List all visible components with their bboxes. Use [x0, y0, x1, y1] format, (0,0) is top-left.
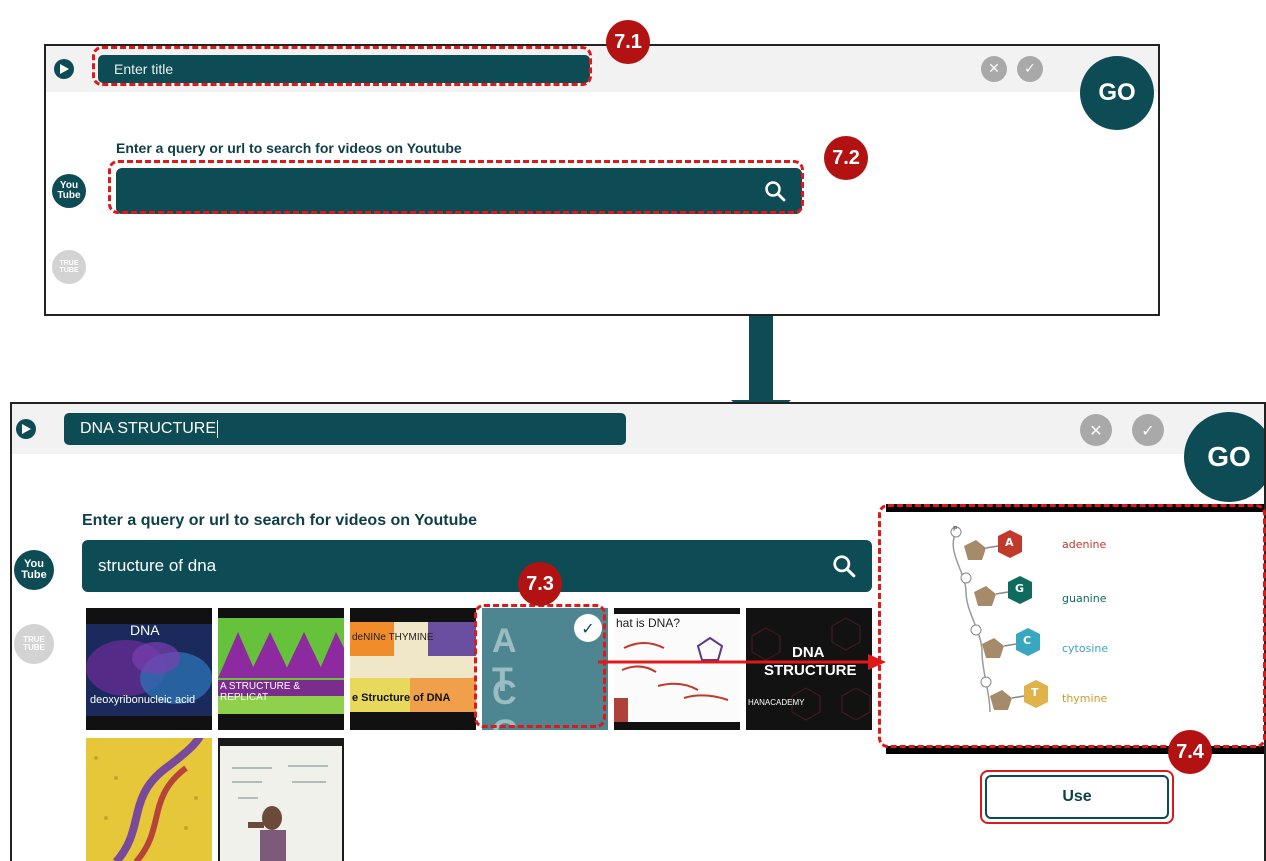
use-button-label: Use: [985, 775, 1169, 819]
thumb-caption: A STRUCTURE & REPLICAT: [220, 681, 301, 703]
truetube-icon-text-1: TRUE: [59, 260, 79, 267]
query-label: Enter a query or url to search for video…: [82, 512, 478, 529]
go-button[interactable]: GO: [1080, 56, 1154, 130]
logo-icon: [16, 419, 36, 439]
video-thumbnail[interactable]: [86, 738, 212, 861]
callout-preview: [878, 504, 1266, 748]
thumb-art-puzzle: [350, 622, 476, 712]
thumb-title: deNINe THYMINE: [352, 632, 434, 643]
title-input[interactable]: DNA STRUCTURE: [64, 413, 626, 445]
arrow-right-icon: [598, 654, 886, 670]
callout-thumbnail: [474, 604, 606, 728]
video-search-value: structure of dna: [98, 556, 217, 575]
top-bar: DNA STRUCTURE ✕ ✓: [12, 404, 1264, 454]
confirm-button[interactable]: ✓: [1017, 56, 1043, 82]
callout-search: [108, 160, 804, 214]
thumb-title: DNA: [130, 622, 160, 638]
thumb-art-helix-yellow: [94, 738, 204, 861]
query-label: Enter a query or url to search for video…: [116, 140, 462, 156]
confirm-button[interactable]: ✓: [1132, 414, 1164, 446]
step-badge-7-1: 7.1: [606, 20, 650, 64]
logo-icon: [54, 59, 74, 79]
video-thumbnail[interactable]: DNA deoxyribonucleic acid: [86, 608, 212, 730]
step-badge-7-2: 7.2: [824, 136, 868, 180]
step-badge-7-3: 7.3: [518, 562, 562, 606]
callout-title: [92, 46, 592, 86]
use-button[interactable]: Use: [980, 770, 1174, 824]
thumb-caption: e Structure of DNA: [352, 692, 451, 704]
youtube-icon[interactable]: You Tube: [14, 550, 54, 590]
truetube-icon[interactable]: TRUE TUBE: [14, 624, 54, 664]
truetube-icon-text-2: TUBE: [59, 267, 79, 274]
youtube-icon-text-2: Tube: [57, 190, 81, 201]
close-button[interactable]: ✕: [1080, 414, 1112, 446]
thumb-title: hat is DNA?: [616, 616, 681, 630]
youtube-icon[interactable]: You Tube: [52, 174, 86, 208]
close-icon: ✕: [988, 61, 1000, 77]
close-icon: ✕: [1089, 420, 1103, 440]
close-button[interactable]: ✕: [981, 56, 1007, 82]
video-search-input[interactable]: structure of dna: [82, 540, 872, 592]
video-thumbnail[interactable]: A STRUCTURE & REPLICAT: [218, 608, 344, 730]
thumb-art-lecture: [220, 746, 342, 861]
youtube-icon-text-2: Tube: [21, 569, 47, 581]
go-button[interactable]: GO: [1184, 412, 1264, 502]
check-icon: ✓: [1141, 420, 1155, 440]
thumb-subcaption: HANACADEMY: [748, 698, 805, 707]
truetube-icon-text-2: TUBE: [23, 643, 45, 652]
thumb-art-triangles: [218, 618, 344, 714]
video-thumbnail[interactable]: [218, 738, 344, 861]
title-value: DNA STRUCTURE: [80, 420, 217, 437]
thumb-caption: deoxyribonucleic acid: [90, 694, 196, 706]
text-caret: [217, 420, 219, 438]
go-label: GO: [1098, 79, 1136, 106]
check-icon: ✓: [1024, 61, 1036, 77]
video-thumbnail[interactable]: deNINe THYMINE e Structure of DNA: [350, 608, 476, 730]
truetube-icon[interactable]: TRUE TUBE: [52, 250, 86, 284]
search-icon[interactable]: [832, 554, 856, 578]
go-label: GO: [1207, 441, 1251, 472]
step-badge-7-4: 7.4: [1168, 730, 1212, 774]
